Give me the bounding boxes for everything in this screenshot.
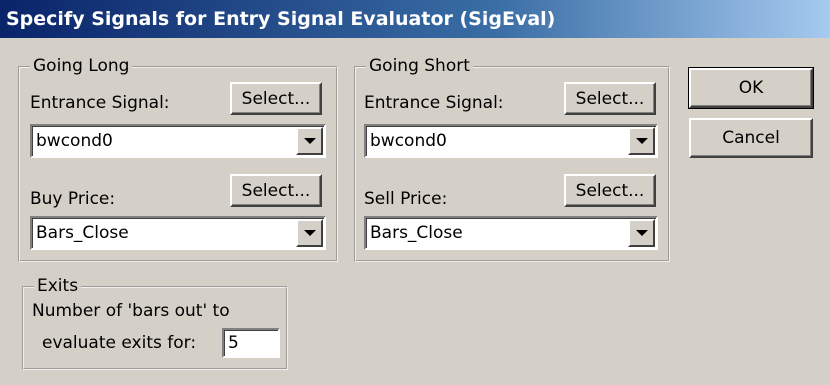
- exits-group: Exits Number of 'bars out' to evaluate e…: [22, 276, 288, 370]
- exits-label-line2: evaluate exits for:: [42, 333, 197, 353]
- buy-price-select-button[interactable]: Select...: [230, 174, 322, 207]
- chevron-down-icon[interactable]: [628, 219, 655, 247]
- sell-price-label: Sell Price:: [364, 189, 448, 209]
- long-entrance-select-button[interactable]: Select...: [230, 82, 322, 115]
- short-entrance-combo[interactable]: bwcond0: [364, 124, 658, 158]
- going-long-group: Going Long Entrance Signal: Select... bw…: [18, 56, 338, 262]
- short-entrance-label: Entrance Signal:: [364, 93, 504, 113]
- buy-price-combo[interactable]: Bars_Close: [30, 216, 326, 250]
- sell-price-combo[interactable]: Bars_Close: [364, 216, 658, 250]
- chevron-down-icon[interactable]: [628, 127, 655, 155]
- title-bar: Specify Signals for Entry Signal Evaluat…: [0, 0, 830, 38]
- ok-button[interactable]: OK: [688, 67, 814, 109]
- going-long-legend: Going Long: [30, 56, 133, 76]
- chevron-down-icon[interactable]: [296, 219, 323, 247]
- cancel-button[interactable]: Cancel: [689, 118, 813, 158]
- exits-label-line1: Number of 'bars out' to: [32, 301, 230, 321]
- buy-price-value: Bars_Close: [36, 223, 129, 243]
- sell-price-value: Bars_Close: [370, 223, 463, 243]
- long-entrance-value: bwcond0: [36, 131, 113, 151]
- going-short-legend: Going Short: [366, 56, 473, 76]
- bars-out-value: 5: [228, 333, 239, 353]
- chevron-down-icon[interactable]: [296, 127, 323, 155]
- long-entrance-label: Entrance Signal:: [30, 93, 170, 113]
- long-entrance-combo[interactable]: bwcond0: [30, 124, 326, 158]
- bars-out-input[interactable]: 5: [222, 328, 280, 358]
- exits-legend: Exits: [34, 276, 82, 296]
- sell-price-select-button[interactable]: Select...: [564, 174, 656, 207]
- window-title: Specify Signals for Entry Signal Evaluat…: [6, 8, 556, 30]
- going-short-group: Going Short Entrance Signal: Select... b…: [354, 56, 670, 262]
- short-entrance-select-button[interactable]: Select...: [564, 82, 656, 115]
- buy-price-label: Buy Price:: [30, 189, 116, 209]
- short-entrance-value: bwcond0: [370, 131, 447, 151]
